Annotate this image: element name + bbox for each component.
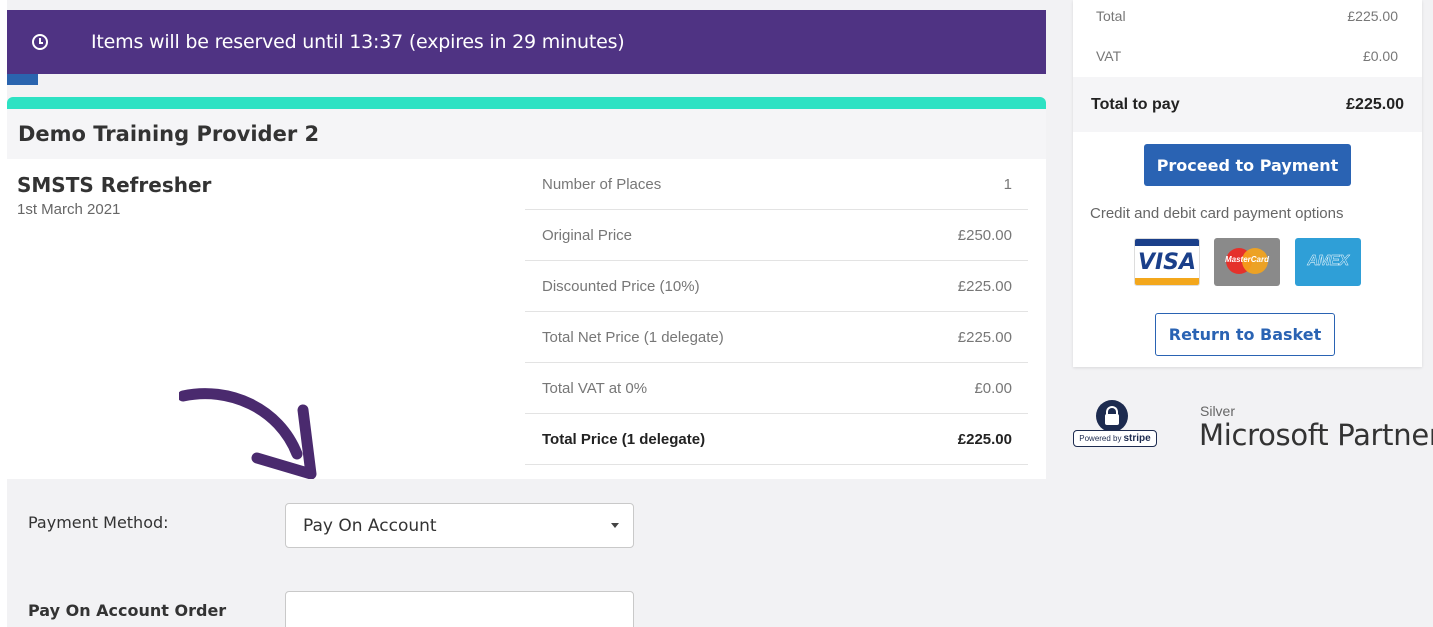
price-row: Discounted Price (10%) £225.00 — [525, 261, 1028, 312]
amex-logo: AMEX — [1295, 238, 1361, 286]
summary-vat-row: VAT £0.00 — [1073, 48, 1422, 64]
order-summary-column: Total £225.00 VAT £0.00 Total to pay £22… — [1046, 0, 1433, 627]
price-row-total: Total Price (1 delegate) £225.00 — [525, 414, 1028, 465]
payment-method-label: Payment Method: — [28, 513, 169, 532]
price-label: Number of Places — [542, 175, 662, 193]
price-row: Total Net Price (1 delegate) £225.00 — [525, 312, 1028, 363]
banner-tab-marker — [7, 74, 38, 85]
payment-method-select[interactable]: Pay On Account — [285, 503, 634, 548]
card-options-text: Credit and debit card payment options — [1090, 205, 1344, 222]
summary-vat-label: VAT — [1096, 48, 1122, 64]
provider-title: Demo Training Provider 2 — [18, 122, 320, 146]
total-to-pay-label: Total to pay — [1091, 95, 1180, 113]
basket-detail-column: Items will be reserved until 13:37 (expi… — [7, 0, 1046, 627]
visa-logo: VISA — [1134, 238, 1200, 286]
price-value: £225.00 — [957, 328, 1012, 346]
provider-accent-bar — [7, 97, 1046, 109]
amex-wordmark: AMEX — [1307, 252, 1349, 269]
lock-icon — [1096, 400, 1128, 432]
price-value: £0.00 — [974, 379, 1012, 397]
microsoft-partner-level: Silver — [1200, 403, 1236, 419]
microsoft-partner-logo: Microsoft Partner — [1199, 418, 1433, 452]
mastercard-logo: MasterCard — [1214, 238, 1280, 286]
pay-on-account-order-label: Pay On Account Order — [28, 601, 227, 620]
payment-section: Payment Method: Pay On Account Pay On Ac… — [7, 479, 1046, 627]
payment-method-value: Pay On Account — [303, 515, 437, 536]
price-label: Total Net Price (1 delegate) — [542, 328, 724, 346]
stripe-name: stripe — [1123, 433, 1151, 444]
summary-total-row: Total £225.00 — [1073, 8, 1422, 24]
mastercard-wordmark: MasterCard — [1224, 255, 1269, 264]
price-label: Total Price (1 delegate) — [542, 430, 706, 448]
clock-icon — [32, 34, 48, 50]
price-row: Total VAT at 0% £0.00 — [525, 363, 1028, 414]
powered-by-stripe-badge: Powered by stripe — [1073, 400, 1159, 450]
price-label: Original Price — [542, 226, 633, 244]
price-label: Discounted Price (10%) — [542, 277, 700, 295]
price-row: Number of Places 1 — [525, 159, 1028, 210]
price-value: 1 — [1003, 175, 1012, 193]
summary-vat-value: £0.00 — [1362, 48, 1398, 64]
summary-total-value: £225.00 — [1347, 8, 1398, 24]
price-row: Original Price £250.00 — [525, 210, 1028, 261]
price-table: Number of Places 1 Original Price £250.0… — [525, 159, 1028, 465]
stripe-prefix: Powered by — [1079, 434, 1122, 443]
summary-total-to-pay-row: Total to pay £225.00 — [1073, 77, 1422, 132]
course-section: SMSTS Refresher 1st March 2021 Number of… — [7, 159, 1046, 479]
price-value: £225.00 — [957, 277, 1012, 295]
course-date: 1st March 2021 — [17, 201, 121, 218]
total-to-pay-value: £225.00 — [1346, 95, 1404, 113]
order-summary-card: Total £225.00 VAT £0.00 Total to pay £22… — [1073, 0, 1422, 367]
price-value: £225.00 — [957, 430, 1012, 448]
return-to-basket-button[interactable]: Return to Basket — [1155, 313, 1335, 356]
reservation-text: Items will be reserved until 13:37 (expi… — [91, 31, 625, 53]
reservation-banner: Items will be reserved until 13:37 (expi… — [7, 10, 1046, 74]
visa-wordmark: VISA — [1137, 250, 1197, 275]
provider-header: Demo Training Provider 2 — [7, 109, 1046, 159]
course-name: SMSTS Refresher — [17, 173, 212, 197]
price-value: £250.00 — [957, 226, 1012, 244]
proceed-to-payment-button[interactable]: Proceed to Payment — [1144, 144, 1351, 186]
summary-total-label: Total — [1096, 8, 1126, 24]
chevron-down-icon — [611, 523, 619, 528]
price-label: Total VAT at 0% — [542, 379, 648, 397]
curved-arrow-icon — [179, 388, 317, 480]
pay-on-account-order-input[interactable] — [285, 591, 634, 627]
stripe-label: Powered by stripe — [1073, 430, 1157, 447]
